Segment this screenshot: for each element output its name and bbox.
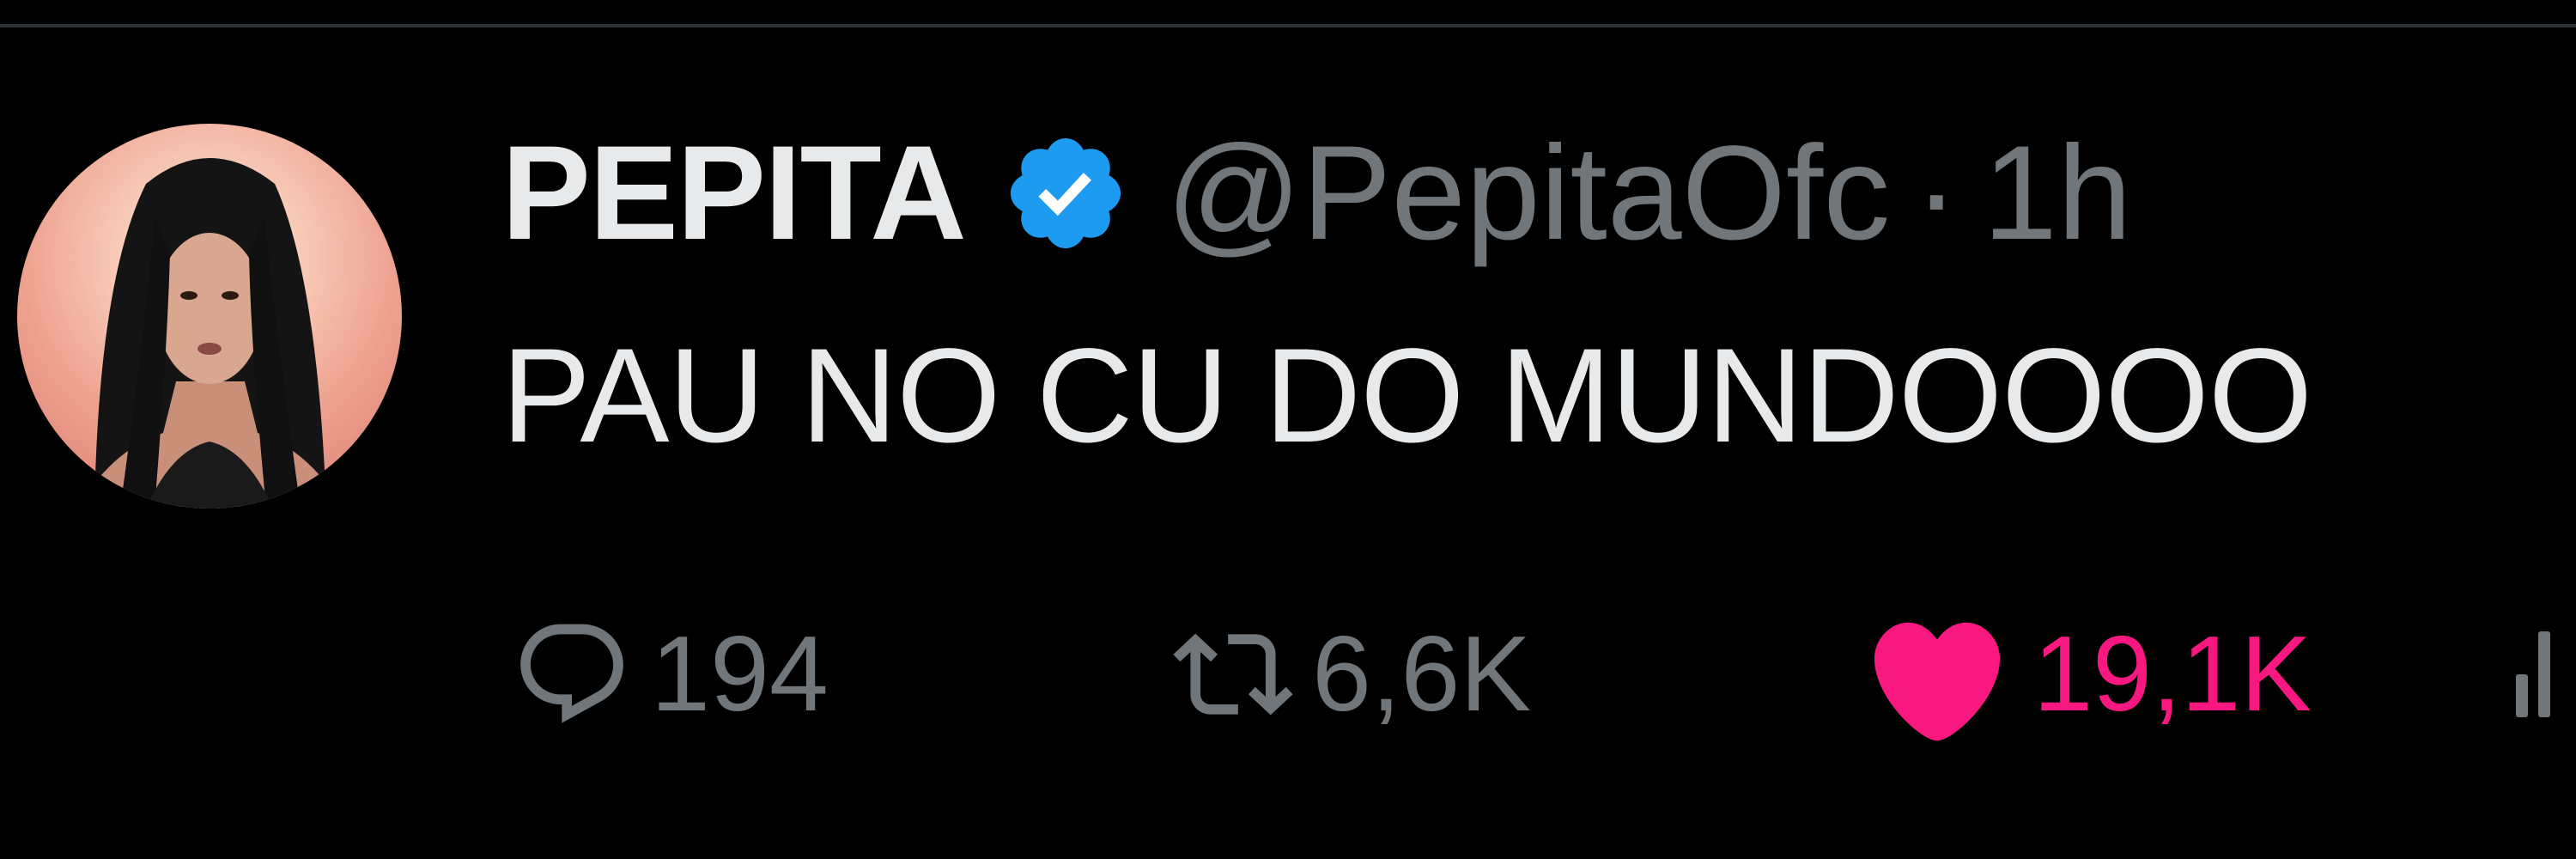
tweet-text: PAU NO CU DO MUNDOOOO: [501, 321, 2312, 471]
separator-dot: ·: [1914, 118, 1959, 268]
like-button[interactable]: 19,1K: [1860, 601, 2312, 747]
views-icon: [2512, 614, 2564, 734]
tweet-actions: 194 6,6K 19,1K: [512, 601, 2576, 747]
timestamp[interactable]: 1h: [1983, 117, 2132, 271]
display-name[interactable]: PEPITA: [501, 117, 967, 271]
heart-icon: [1860, 606, 2014, 743]
retweet-button[interactable]: 6,6K: [1173, 601, 1531, 747]
views-button[interactable]: [2512, 601, 2564, 747]
tweet[interactable]: PEPITA @PepitaOfc · 1h PAU NO CU DO MUND…: [0, 0, 2576, 859]
like-count: 19,1K: [2033, 615, 2312, 734]
reply-icon: [512, 614, 632, 734]
handle[interactable]: @PepitaOfc: [1166, 117, 1890, 271]
verified-badge-icon[interactable]: [1001, 129, 1130, 258]
reply-count: 194: [651, 615, 829, 734]
tweet-header: PEPITA @PepitaOfc · 1h: [501, 119, 2132, 268]
retweet-count: 6,6K: [1312, 615, 1532, 734]
retweet-icon: [1173, 614, 1293, 734]
reply-button[interactable]: 194: [512, 601, 829, 747]
avatar[interactable]: [17, 124, 402, 509]
